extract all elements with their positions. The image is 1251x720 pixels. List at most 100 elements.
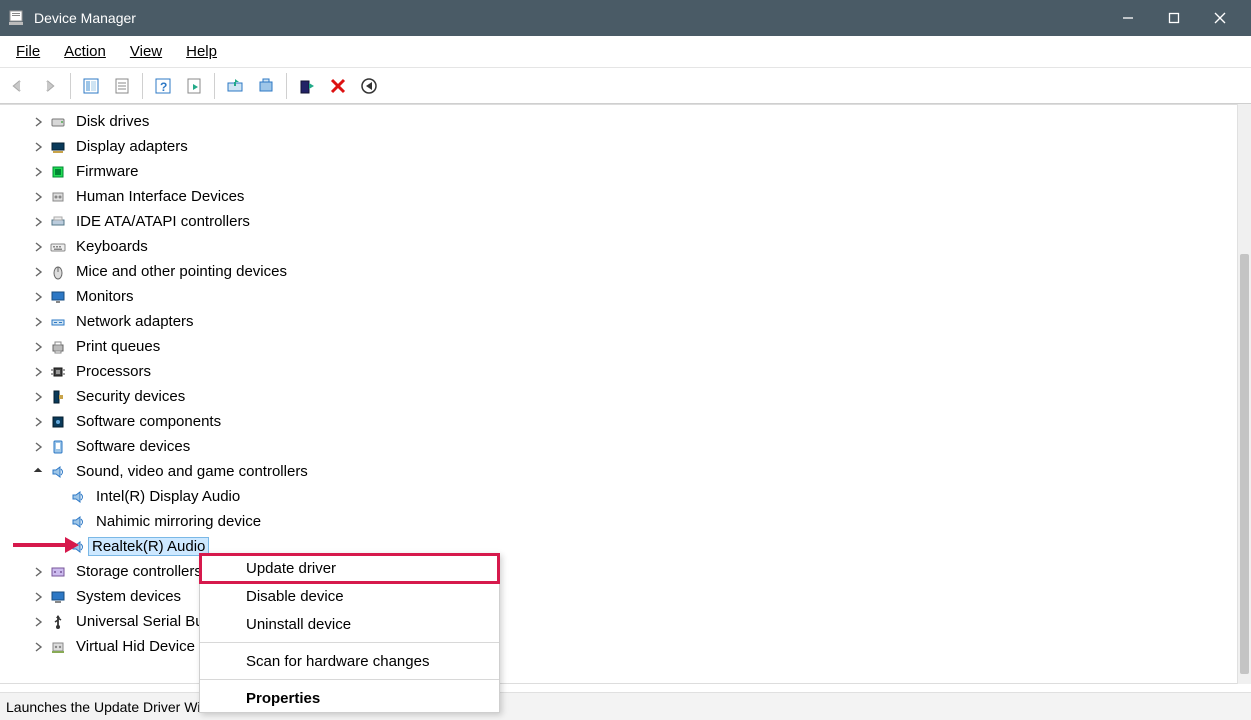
expand-icon[interactable] xyxy=(32,291,44,303)
expand-icon[interactable] xyxy=(32,566,44,578)
tree-item-label: Keyboards xyxy=(72,238,152,255)
tree-item[interactable]: Disk drives xyxy=(0,109,1251,134)
expand-icon[interactable] xyxy=(32,366,44,378)
tree-item-label: Software devices xyxy=(72,438,194,455)
context-menu-label: Disable device xyxy=(246,588,344,605)
help-button[interactable]: ? xyxy=(150,73,176,99)
tree-item[interactable]: Security devices xyxy=(0,384,1251,409)
sound-icon xyxy=(70,489,86,505)
context-menu-label: Uninstall device xyxy=(246,616,351,633)
tree-item[interactable]: Processors xyxy=(0,359,1251,384)
display-adapter-icon xyxy=(50,139,66,155)
tree-item[interactable]: Keyboards xyxy=(0,234,1251,259)
action-button[interactable] xyxy=(181,73,207,99)
expand-icon[interactable] xyxy=(32,341,44,353)
expand-icon[interactable] xyxy=(32,616,44,628)
tree-item-label: Network adapters xyxy=(72,313,198,330)
menu-action[interactable]: Action xyxy=(52,39,118,64)
tree-item[interactable]: Virtual Hid Device Service xyxy=(0,634,1251,659)
context-menu-item[interactable]: Scan for hardware changes xyxy=(200,647,499,675)
tree-item-label: Nahimic mirroring device xyxy=(92,513,265,530)
menu-view[interactable]: View xyxy=(118,39,174,64)
tree-item[interactable]: Realtek(R) Audio xyxy=(0,534,1251,559)
tree-item-label: Mice and other pointing devices xyxy=(72,263,291,280)
tree-item[interactable]: Firmware xyxy=(0,159,1251,184)
tree-item[interactable]: Storage controllers xyxy=(0,559,1251,584)
hid-icon xyxy=(50,189,66,205)
show-hide-tree-button[interactable] xyxy=(78,73,104,99)
expand-icon[interactable] xyxy=(32,266,44,278)
expand-icon[interactable] xyxy=(32,141,44,153)
tree-item[interactable]: Sound, video and game controllers xyxy=(0,459,1251,484)
expand-placeholder xyxy=(52,541,64,553)
system-icon xyxy=(50,589,66,605)
tree-item[interactable]: Monitors xyxy=(0,284,1251,309)
close-button[interactable] xyxy=(1197,0,1243,36)
tree-item-label: Print queues xyxy=(72,338,164,355)
tree-item[interactable]: Network adapters xyxy=(0,309,1251,334)
tree-item[interactable]: System devices xyxy=(0,584,1251,609)
uninstall-device-button[interactable] xyxy=(325,73,351,99)
menu-help[interactable]: Help xyxy=(174,39,229,64)
expand-icon[interactable] xyxy=(32,316,44,328)
svg-text:?: ? xyxy=(160,80,167,94)
toolbar-sep xyxy=(286,73,287,99)
window-title: Device Manager xyxy=(34,10,1105,26)
component-icon xyxy=(50,414,66,430)
tree-item[interactable]: Display adapters xyxy=(0,134,1251,159)
tree-item[interactable]: Nahimic mirroring device xyxy=(0,509,1251,534)
properties-button[interactable] xyxy=(109,73,135,99)
sound-icon xyxy=(50,464,66,480)
tree-item[interactable]: Software components xyxy=(0,409,1251,434)
app-icon xyxy=(8,10,24,26)
expand-placeholder xyxy=(52,491,64,503)
mouse-icon xyxy=(50,264,66,280)
collapse-icon[interactable] xyxy=(32,466,44,478)
context-menu-item[interactable]: Disable device xyxy=(200,582,499,610)
expand-icon[interactable] xyxy=(32,641,44,653)
menu-file[interactable]: File xyxy=(4,39,52,64)
forward-button[interactable] xyxy=(37,73,63,99)
expand-icon[interactable] xyxy=(32,441,44,453)
disable-device-button[interactable] xyxy=(356,73,382,99)
back-button[interactable] xyxy=(6,73,32,99)
tree-item[interactable]: Mice and other pointing devices xyxy=(0,259,1251,284)
context-menu-label: Update driver xyxy=(246,560,336,577)
context-menu-label: Scan for hardware changes xyxy=(246,653,429,670)
expand-icon[interactable] xyxy=(32,391,44,403)
enable-device-button[interactable] xyxy=(294,73,320,99)
expand-icon[interactable] xyxy=(32,591,44,603)
vertical-scrollbar[interactable] xyxy=(1237,104,1251,684)
firmware-icon xyxy=(50,164,66,180)
context-menu-item[interactable]: Update driver xyxy=(200,554,499,582)
toolbar-sep xyxy=(142,73,143,99)
context-menu-item[interactable]: Properties xyxy=(200,684,499,712)
expand-icon[interactable] xyxy=(32,416,44,428)
tree-item[interactable]: Print queues xyxy=(0,334,1251,359)
tree-item-label: Human Interface Devices xyxy=(72,188,248,205)
expand-icon[interactable] xyxy=(32,166,44,178)
expand-icon[interactable] xyxy=(32,116,44,128)
disk-icon xyxy=(50,114,66,130)
tree-item[interactable]: Universal Serial Bus controllers xyxy=(0,609,1251,634)
usb-icon xyxy=(50,614,66,630)
tree-item[interactable]: Software devices xyxy=(0,434,1251,459)
toolbar-sep xyxy=(70,73,71,99)
toolbar-sep xyxy=(214,73,215,99)
ide-icon xyxy=(50,214,66,230)
update-driver-button[interactable] xyxy=(222,73,248,99)
scrollbar-thumb[interactable] xyxy=(1240,254,1249,674)
scan-hardware-button[interactable] xyxy=(253,73,279,99)
tree-item[interactable]: Intel(R) Display Audio xyxy=(0,484,1251,509)
minimize-button[interactable] xyxy=(1105,0,1151,36)
tree-item-label: Intel(R) Display Audio xyxy=(92,488,244,505)
tree-item[interactable]: Human Interface Devices xyxy=(0,184,1251,209)
expand-icon[interactable] xyxy=(32,191,44,203)
context-menu-item[interactable]: Uninstall device xyxy=(200,610,499,638)
tree-item-label: Processors xyxy=(72,363,155,380)
context-menu-separator xyxy=(200,679,499,680)
expand-icon[interactable] xyxy=(32,241,44,253)
tree-item[interactable]: IDE ATA/ATAPI controllers xyxy=(0,209,1251,234)
expand-icon[interactable] xyxy=(32,216,44,228)
maximize-button[interactable] xyxy=(1151,0,1197,36)
